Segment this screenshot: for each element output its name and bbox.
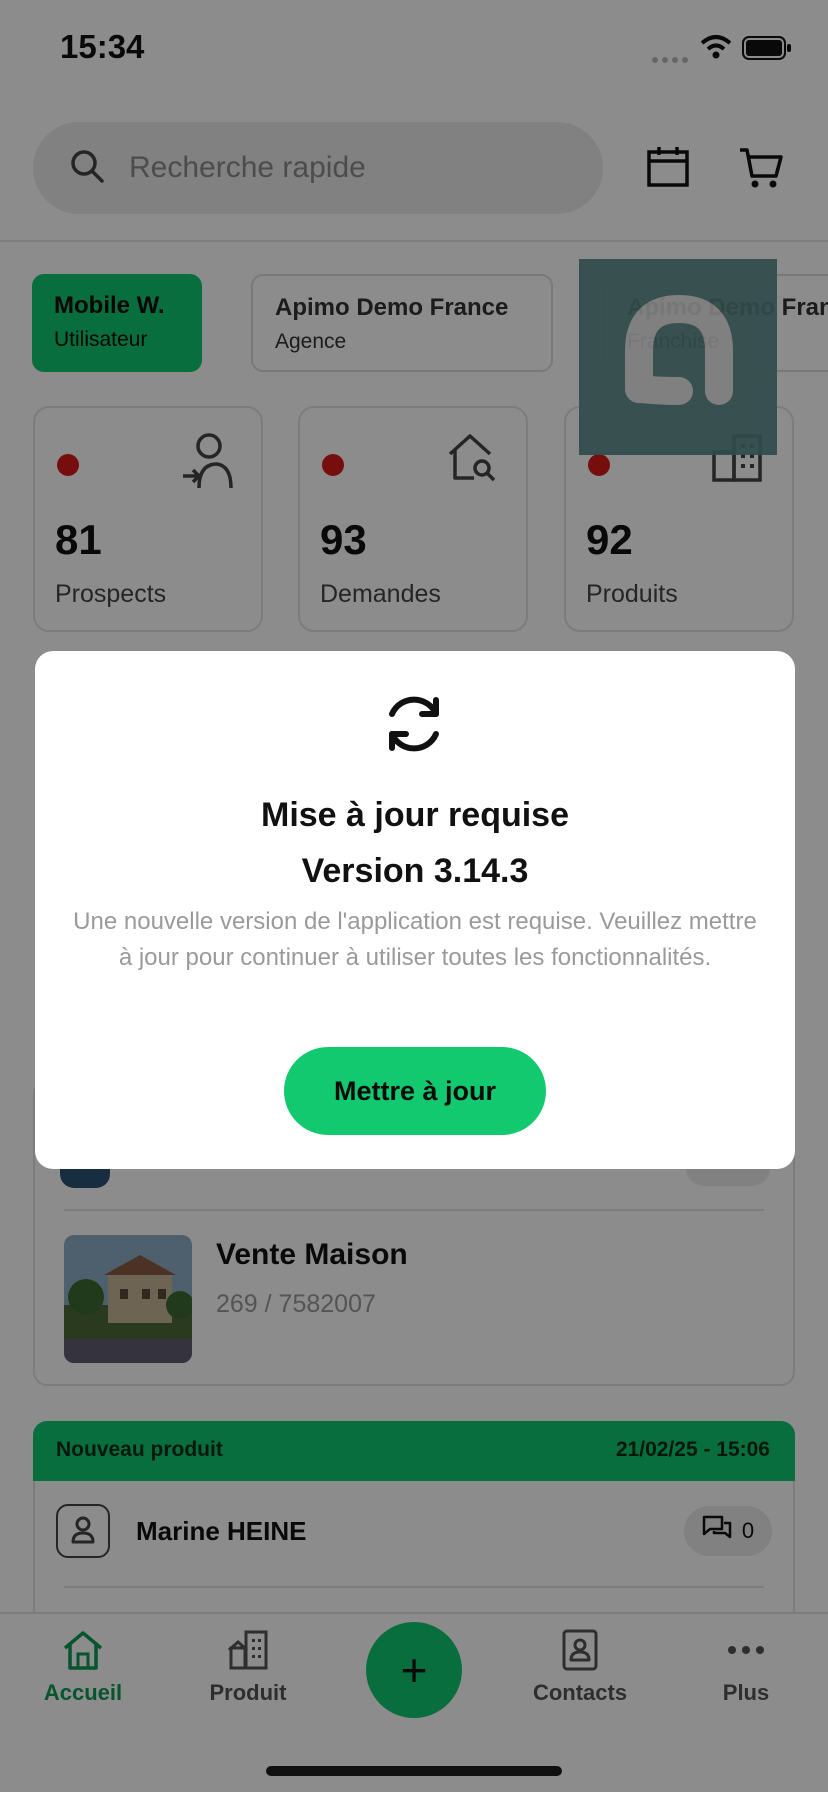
update-button[interactable]: Mettre à jour xyxy=(284,1047,546,1135)
dialog-version: Version 3.14.3 xyxy=(301,852,529,890)
refresh-icon xyxy=(378,688,450,765)
home-indicator[interactable] xyxy=(266,1766,562,1776)
dialog-title: Mise à jour requise xyxy=(261,796,569,834)
dialog-message: Une nouvelle version de l'application es… xyxy=(73,908,757,971)
